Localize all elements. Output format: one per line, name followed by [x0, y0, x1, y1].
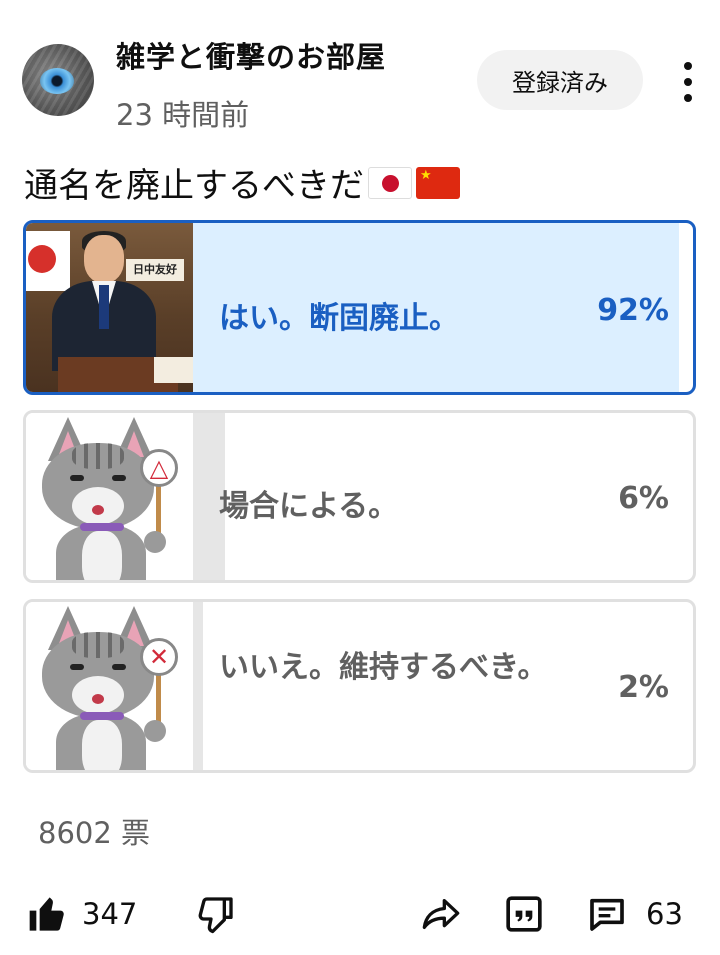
name-plate [154, 357, 193, 383]
share-icon [422, 899, 460, 929]
action-bar: 347 63 [0, 888, 720, 942]
poll-option-percent: 92% [597, 293, 669, 328]
like-button[interactable]: 347 [28, 894, 137, 934]
subscribed-button[interactable]: 登録済み [477, 50, 643, 110]
comment-count: 63 [646, 897, 683, 931]
japan-flag-image [26, 231, 70, 291]
share-button[interactable] [420, 894, 462, 934]
more-options-icon[interactable] [676, 62, 700, 102]
dislike-button[interactable] [196, 894, 236, 934]
politician-image: 日中友好 [26, 223, 193, 392]
poll-option-2[interactable]: △ 場合による。 6% [23, 410, 696, 583]
like-count: 347 [82, 897, 138, 931]
channel-avatar[interactable] [22, 44, 94, 116]
cross-sign-icon: ✕ [140, 638, 178, 676]
japan-flag-icon [368, 166, 412, 199]
poll-option-label: いいえ。維持するべき。 [219, 650, 548, 685]
comment-button[interactable]: 63 [586, 894, 683, 934]
thumbs-down-icon [198, 897, 233, 934]
quote-icon [506, 896, 542, 932]
poll-option-label: はい。断固廃止。 [219, 301, 459, 336]
poll-option-3[interactable]: ✕ いいえ。維持するべき。 2% [23, 599, 696, 773]
poll-question-text: 通名を廃止するべきだ [24, 166, 364, 206]
politician-sign: 日中友好 [126, 259, 184, 281]
quote-button[interactable] [504, 894, 544, 934]
poll-option-percent: 6% [618, 481, 669, 516]
cat-eye-image [40, 68, 74, 94]
vote-count: 8602 票 [38, 816, 151, 850]
china-flag-icon [416, 166, 460, 199]
channel-name[interactable]: 雑学と衝撃のお部屋 [116, 34, 386, 76]
poll-question: 通名を廃止するべきだ [24, 158, 460, 207]
poll-option-1[interactable]: 日中友好 はい。断固廃止。 92% [23, 220, 696, 395]
thumbs-up-icon [29, 897, 64, 931]
cat-cross-sign-image: ✕ [26, 602, 193, 770]
comment-icon [590, 898, 624, 931]
poll-option-fill [193, 602, 203, 770]
cat-triangle-sign-image: △ [26, 413, 193, 580]
triangle-sign-icon: △ [140, 449, 178, 487]
poll-option-percent: 2% [618, 670, 669, 705]
post-timestamp: 23 時間前 [116, 98, 250, 132]
poll-option-label: 場合による。 [219, 489, 399, 524]
